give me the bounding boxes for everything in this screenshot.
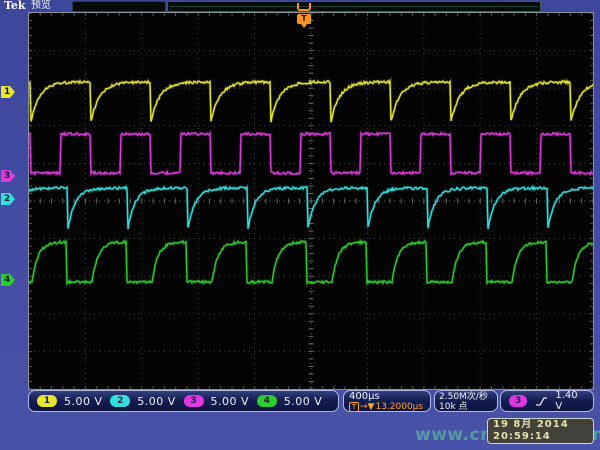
channel-3-scale: 5.00 V xyxy=(211,395,250,408)
record-length: 10k 点 xyxy=(439,402,493,412)
record-trigger-position-icon xyxy=(297,3,311,11)
channel-3-badge[interactable]: 3 xyxy=(184,395,204,407)
status-readout-box xyxy=(72,1,166,12)
waveform-plot xyxy=(29,13,593,389)
sample-rate: 2.50M次/秒 xyxy=(439,392,493,402)
top-status-bar: Tek 预览 xyxy=(0,0,600,12)
waveform-display: T xyxy=(28,12,594,390)
channel-2-position-marker: 2 xyxy=(1,193,15,205)
channel-1-readout[interactable]: 1 5.00 V xyxy=(37,395,110,408)
horizontal-delay-value: 13.2000µs xyxy=(375,402,423,412)
channel-4-position-marker: 4 xyxy=(1,274,15,286)
channel-4-badge[interactable]: 4 xyxy=(257,395,277,407)
channel-1-badge[interactable]: 1 xyxy=(37,395,57,407)
time-value: 20:59:14 xyxy=(493,431,588,443)
horizontal-readout-box[interactable]: 400µs T →▼ 13.2000µs xyxy=(343,390,431,412)
channel-2-badge[interactable]: 2 xyxy=(110,395,130,407)
record-view-line xyxy=(170,6,538,7)
channel-4-scale: 5.00 V xyxy=(284,395,323,408)
tek-logo: Tek xyxy=(4,0,26,12)
oscilloscope-screen: Tek 预览 T 1 3 2 4 1 5.00 V 2 5.00 V 3 5.0… xyxy=(0,0,600,450)
trigger-readout-box[interactable]: 3 1.40 V xyxy=(500,390,594,412)
trigger-source-badge[interactable]: 3 xyxy=(509,395,527,407)
channel-1-position-marker: 1 xyxy=(1,86,15,98)
trigger-t-icon: T xyxy=(349,402,359,412)
channel-4-readout[interactable]: 4 5.00 V xyxy=(257,395,330,408)
record-view-bar[interactable] xyxy=(167,1,541,12)
delay-arrows-icon: →▼ xyxy=(360,402,374,412)
channel-2-scale: 5.00 V xyxy=(137,395,176,408)
date-value: 19 8月 2014 xyxy=(493,419,588,431)
horizontal-delay-row: T →▼ 13.2000µs xyxy=(349,402,425,412)
channel-3-readout[interactable]: 3 5.00 V xyxy=(184,395,257,408)
rising-edge-icon xyxy=(535,396,547,407)
acquisition-status-label: 预览 xyxy=(31,0,51,12)
channel-2-readout[interactable]: 2 5.00 V xyxy=(110,395,183,408)
channel-3-position-marker: 3 xyxy=(1,170,15,182)
trigger-position-flag-icon[interactable]: T xyxy=(297,14,311,24)
datetime-box: 19 8月 2014 20:59:14 xyxy=(487,418,594,444)
timebase-scale: 400µs xyxy=(349,392,425,402)
channel-1-scale: 5.00 V xyxy=(64,395,103,408)
acquisition-readout-box[interactable]: 2.50M次/秒 10k 点 xyxy=(434,390,498,412)
trigger-level-value: 1.40 V xyxy=(555,390,585,412)
channel-scale-readout-bar[interactable]: 1 5.00 V 2 5.00 V 3 5.00 V 4 5.00 V xyxy=(28,390,339,412)
